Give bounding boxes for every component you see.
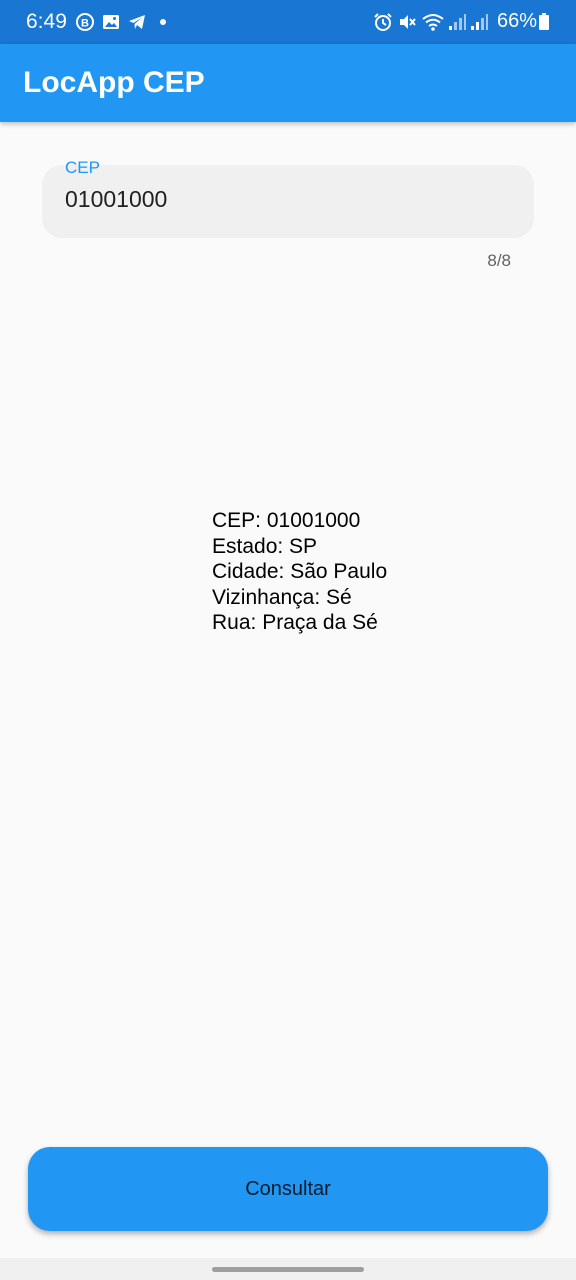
result-cep: CEP: 01001000 xyxy=(212,509,361,532)
b-badge-icon: B xyxy=(76,13,94,31)
cep-input[interactable] xyxy=(65,186,505,213)
notification-dot-icon xyxy=(160,19,166,25)
navigation-bar xyxy=(0,1258,576,1280)
result-estado: Estado: SP xyxy=(212,534,318,558)
status-bar: 6:49 B 66% xyxy=(0,0,576,44)
consult-button[interactable]: Consultar xyxy=(28,1147,548,1231)
result-rua: Rua: Praça da Sé xyxy=(212,611,378,634)
battery-percentage: 66% xyxy=(497,10,538,32)
app-bar: LocApp CEP xyxy=(0,44,576,122)
alarm-icon xyxy=(374,13,392,31)
consult-button-label: Consultar xyxy=(245,1177,331,1200)
svg-text:B: B xyxy=(81,18,89,30)
gallery-icon xyxy=(103,15,119,29)
cep-field-label: CEP xyxy=(65,158,100,177)
address-result: CEP: 01001000 Estado: SP Cidade: São Pau… xyxy=(212,508,387,636)
result-cidade: Cidade: São Paulo xyxy=(212,560,388,583)
signal-icon xyxy=(471,14,488,30)
app-title: LocApp CEP xyxy=(23,66,205,99)
telegram-icon xyxy=(129,15,145,29)
wifi-icon xyxy=(422,14,444,31)
status-time: 6:49 xyxy=(26,10,67,33)
character-counter: 8/8 xyxy=(487,251,511,270)
signal-icon xyxy=(449,14,466,30)
home-gesture-handle[interactable] xyxy=(212,1267,364,1272)
result-vizinhanca: Vizinhança: Sé xyxy=(212,585,352,609)
battery-icon xyxy=(539,13,549,30)
mute-icon xyxy=(400,15,416,29)
